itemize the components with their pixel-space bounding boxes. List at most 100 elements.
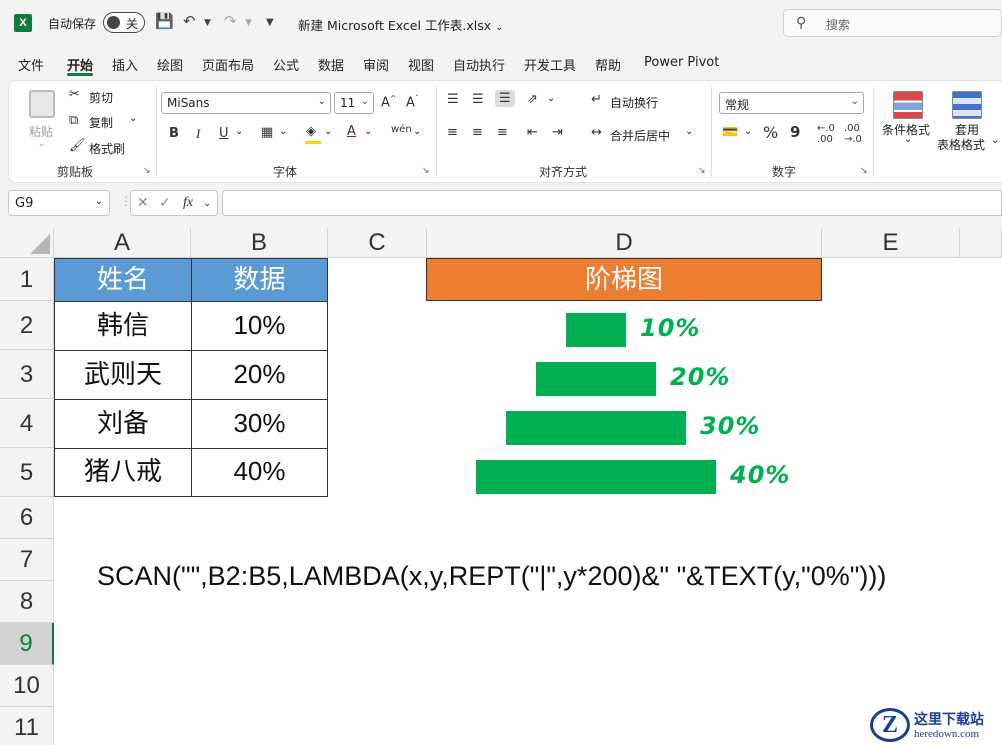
cancel-icon[interactable]: ✕ xyxy=(137,195,149,211)
chevron-down-icon[interactable]: ⌄ xyxy=(203,198,211,209)
number-format-select[interactable]: 常规 ⌄ xyxy=(719,92,864,114)
tab-developer[interactable]: 开发工具 xyxy=(524,55,576,74)
orientation-dropdown-icon[interactable]: ⌄ xyxy=(547,93,555,104)
number-launcher-icon[interactable]: ↘ xyxy=(860,166,868,176)
formula-display-text[interactable]: SCAN("",B2:B5,LAMBDA(x,y,REPT("|",y*200)… xyxy=(97,561,886,592)
name-box[interactable]: G9 ⌄ xyxy=(8,190,110,216)
row-header[interactable]: 2 xyxy=(0,301,54,350)
phonetic-dropdown-icon[interactable]: ⌄ xyxy=(413,126,421,137)
align-middle-icon[interactable]: ☰ xyxy=(472,92,484,107)
format-as-table-icon[interactable] xyxy=(952,91,982,119)
table-cell-name[interactable]: 猪八戒 xyxy=(54,448,192,497)
undo-dropdown-icon[interactable]: ▼ xyxy=(204,18,211,28)
redo-dropdown-icon[interactable]: ▼ xyxy=(245,18,252,28)
borders-dropdown-icon[interactable]: ⌄ xyxy=(279,126,287,137)
tab-power-pivot[interactable]: Power Pivot xyxy=(644,55,719,70)
tab-review[interactable]: 审阅 xyxy=(363,55,389,74)
comma-style-button[interactable]: 9 xyxy=(790,123,800,141)
save-icon[interactable]: 💾 xyxy=(155,12,174,30)
clipboard-launcher-icon[interactable]: ↘ xyxy=(143,166,151,176)
decrease-font-icon[interactable]: Aˇ xyxy=(406,94,419,110)
paste-icon[interactable] xyxy=(29,90,55,118)
column-header-c[interactable]: C xyxy=(328,228,427,258)
decrease-indent-icon[interactable]: ⇤ xyxy=(527,125,538,140)
decrease-decimal-icon[interactable]: .00 →.0 xyxy=(844,123,862,145)
row-header[interactable]: 3 xyxy=(0,350,54,399)
table-format-dropdown-icon[interactable]: ⌄ xyxy=(991,135,999,146)
accounting-dropdown-icon[interactable]: ⌄ xyxy=(744,126,752,137)
font-launcher-icon[interactable]: ↘ xyxy=(422,166,430,176)
wrap-text-button[interactable]: 自动换行 xyxy=(610,94,658,111)
copy-button[interactable]: 复制 xyxy=(89,114,113,131)
row-header[interactable]: 11 xyxy=(0,707,54,745)
insert-function-button[interactable]: fx xyxy=(183,195,193,211)
align-right-icon[interactable]: ≡ xyxy=(497,125,508,140)
align-bottom-icon[interactable]: ☰ xyxy=(495,90,515,107)
tab-formulas[interactable]: 公式 xyxy=(273,55,299,74)
row-header[interactable]: 7 xyxy=(0,539,54,581)
underline-dropdown-icon[interactable]: ⌄ xyxy=(235,126,243,137)
row-header[interactable]: 1 xyxy=(0,258,54,301)
increase-decimal-icon[interactable]: ←.0.00 xyxy=(817,123,835,145)
fill-dropdown-icon[interactable]: ⌄ xyxy=(324,126,332,137)
table-header-name[interactable]: 姓名 xyxy=(54,258,192,302)
column-header-a[interactable]: A xyxy=(54,228,191,258)
accounting-format-icon[interactable]: 💳 xyxy=(722,125,738,140)
conditional-format-icon[interactable] xyxy=(893,91,923,119)
document-title[interactable]: 新建 Microsoft Excel 工作表.xlsx ⌄ xyxy=(298,15,504,34)
alignment-launcher-icon[interactable]: ↘ xyxy=(698,166,706,176)
row-header[interactable]: 5 xyxy=(0,448,54,497)
tab-home[interactable]: 开始 xyxy=(67,55,93,74)
row-header[interactable]: 6 xyxy=(0,497,54,539)
underline-button[interactable]: U xyxy=(219,126,229,141)
fill-color-icon[interactable]: ◈ xyxy=(306,124,316,139)
phonetic-icon[interactable]: wén xyxy=(391,124,412,135)
table-cell-name[interactable]: 韩信 xyxy=(54,301,192,351)
ladder-chart-title[interactable]: 阶梯图 xyxy=(426,258,822,301)
font-name-select[interactable]: MiSans ⌄ xyxy=(161,92,331,114)
tab-help[interactable]: 帮助 xyxy=(595,55,621,74)
increase-font-icon[interactable]: A^ xyxy=(381,94,397,110)
orientation-icon[interactable]: ⇗ xyxy=(527,92,538,107)
row-header-selected[interactable]: 9 xyxy=(0,623,54,665)
font-color-icon[interactable]: A xyxy=(347,124,356,139)
align-center-icon[interactable]: ≡ xyxy=(472,125,483,140)
redo-icon[interactable]: ↷ xyxy=(224,12,237,30)
merge-center-button[interactable]: 合并后居中 xyxy=(610,127,670,144)
table-header-data[interactable]: 数据 xyxy=(191,258,328,302)
row-header[interactable]: 10 xyxy=(0,665,54,707)
table-cell-name[interactable]: 武则天 xyxy=(54,350,192,400)
column-header-b[interactable]: B xyxy=(191,228,328,258)
borders-icon[interactable]: ▦ xyxy=(261,125,273,140)
align-left-icon[interactable]: ≡ xyxy=(447,125,458,140)
formula-input[interactable] xyxy=(222,190,1002,216)
align-top-icon[interactable]: ☰ xyxy=(447,92,459,107)
copy-dropdown-icon[interactable]: ⌄ xyxy=(129,113,137,124)
column-header-f[interactable] xyxy=(960,228,1002,258)
tab-page-layout[interactable]: 页面布局 xyxy=(202,55,254,74)
conditional-dropdown-icon[interactable]: ⌄ xyxy=(904,134,912,145)
tab-draw[interactable]: 绘图 xyxy=(157,55,183,74)
column-header-e[interactable]: E xyxy=(822,228,960,258)
increase-indent-icon[interactable]: ⇥ xyxy=(552,125,563,140)
undo-icon[interactable]: ↶ xyxy=(183,12,196,30)
bold-button[interactable]: B xyxy=(169,126,179,141)
table-cell-value[interactable]: 10% xyxy=(191,301,328,351)
select-all-button[interactable] xyxy=(0,228,54,258)
format-painter-button[interactable]: 格式刷 xyxy=(89,140,125,157)
merge-dropdown-icon[interactable]: ⌄ xyxy=(685,126,693,137)
font-color-dropdown-icon[interactable]: ⌄ xyxy=(364,126,372,137)
font-size-select[interactable]: 11 ⌄ xyxy=(334,92,374,114)
paste-dropdown-icon[interactable]: ⌄ xyxy=(38,139,46,149)
row-header[interactable]: 4 xyxy=(0,399,54,448)
percent-style-button[interactable]: % xyxy=(763,123,778,142)
autosave-toggle[interactable]: 关 xyxy=(103,12,145,33)
enter-icon[interactable]: ✓ xyxy=(159,195,171,211)
search-input[interactable]: ⚲ 搜索 xyxy=(783,9,1002,37)
tab-insert[interactable]: 插入 xyxy=(112,55,138,74)
row-header[interactable]: 8 xyxy=(0,581,54,623)
table-cell-value[interactable]: 30% xyxy=(191,399,328,449)
italic-button[interactable]: I xyxy=(196,126,200,142)
tab-data[interactable]: 数据 xyxy=(318,55,344,74)
column-header-d[interactable]: D xyxy=(427,228,822,258)
